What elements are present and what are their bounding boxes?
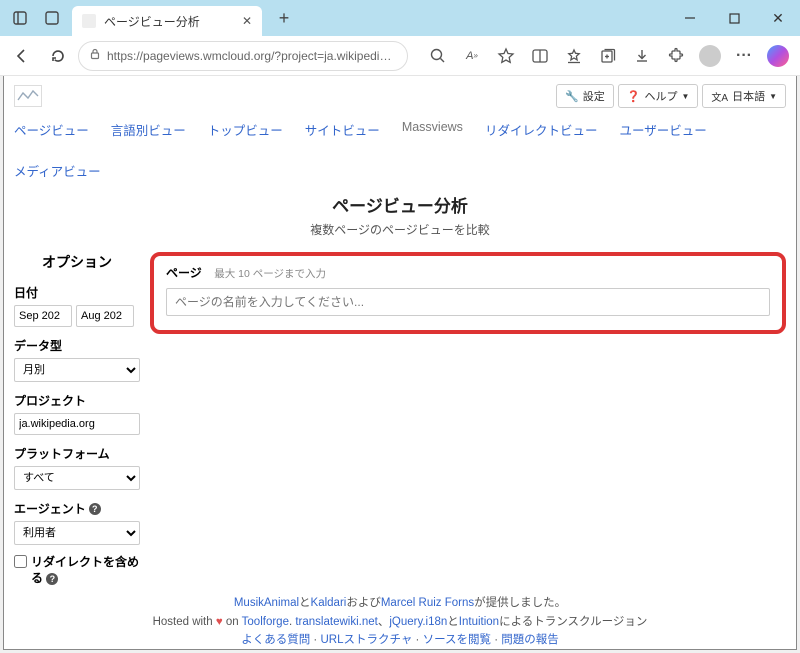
footer-link-url[interactable]: URLストラクチャ — [320, 634, 412, 646]
date-label: 日付 — [14, 284, 140, 301]
nav-massviews[interactable]: Massviews — [402, 120, 463, 139]
footer-link-faq[interactable]: よくある質問 — [241, 634, 310, 646]
language-button[interactable]: 文A日本語▼ — [702, 84, 786, 108]
lock-icon — [89, 48, 101, 63]
browser-titlebar: ページビュー分析 ✕ + ✕ — [0, 0, 800, 36]
datatype-select[interactable]: 月別 — [14, 358, 140, 382]
browser-tab[interactable]: ページビュー分析 ✕ — [72, 6, 262, 36]
heart-icon: ♥ — [216, 616, 223, 628]
footer-link-trans[interactable]: translatewiki.net — [295, 616, 377, 628]
split-screen-icon[interactable] — [524, 40, 556, 72]
wrench-icon: 🔧 — [565, 90, 579, 103]
sidebar-toggle-icon[interactable] — [8, 6, 32, 30]
footer-link-marcel[interactable]: Marcel Ruiz Forns — [381, 597, 474, 609]
agent-select[interactable]: 利用者 — [14, 521, 140, 545]
translate-icon: 文A — [711, 89, 728, 104]
favorites-bar-icon[interactable] — [558, 40, 590, 72]
read-aloud-icon[interactable]: A» — [456, 40, 488, 72]
tab-title: ページビュー分析 — [104, 13, 200, 30]
settings-button[interactable]: 🔧設定 — [556, 84, 614, 108]
pages-input[interactable] — [166, 288, 770, 316]
chevron-down-icon: ▼ — [681, 92, 689, 101]
platform-select[interactable]: すべて — [14, 466, 140, 490]
footer-link-intuition[interactable]: Intuition — [459, 616, 499, 628]
datatype-label: データ型 — [14, 337, 140, 354]
footer-link-toolforge[interactable]: Toolforge — [242, 616, 289, 628]
nav-userviews[interactable]: ユーザービュー — [619, 120, 706, 139]
agent-label: エージェント ? — [14, 500, 140, 517]
page-viewport: 🔧設定 ❓ヘルプ▼ 文A日本語▼ ページビュー 言語別ビュー トップビュー サイ… — [3, 76, 797, 650]
window-minimize-button[interactable] — [668, 0, 712, 36]
browser-address-bar: https://pageviews.wmcloud.org/?project=j… — [0, 36, 800, 76]
nav-pageviews[interactable]: ページビュー — [14, 120, 89, 139]
new-tab-button[interactable]: + — [270, 4, 298, 32]
more-icon[interactable]: ··· — [728, 40, 760, 72]
date-to-input[interactable] — [76, 305, 134, 327]
profile-avatar[interactable] — [694, 40, 726, 72]
zoom-icon[interactable] — [422, 40, 454, 72]
footer-link-source[interactable]: ソースを閲覧 — [423, 634, 491, 646]
redirects-label: リダイレクトを含める ? — [31, 555, 140, 586]
favorite-icon[interactable] — [490, 40, 522, 72]
workspaces-icon[interactable] — [40, 6, 64, 30]
collections-icon[interactable] — [592, 40, 624, 72]
footer-link-musik[interactable]: MusikAnimal — [234, 597, 299, 609]
footer-link-kaldari[interactable]: Kaldari — [311, 597, 347, 609]
page-title: ページビュー分析 — [14, 192, 786, 217]
help-button[interactable]: ❓ヘルプ▼ — [618, 84, 699, 108]
help-icon[interactable]: ? — [89, 503, 101, 515]
window-maximize-button[interactable] — [712, 0, 756, 36]
favicon — [82, 14, 96, 28]
copilot-icon[interactable] — [762, 40, 794, 72]
url-text: https://pageviews.wmcloud.org/?project=j… — [107, 49, 397, 63]
back-button[interactable] — [6, 40, 38, 72]
nav-redirectviews[interactable]: リダイレクトビュー — [485, 120, 598, 139]
date-from-input[interactable] — [14, 305, 72, 327]
project-label: プロジェクト — [14, 392, 140, 409]
help-icon: ❓ — [627, 90, 641, 103]
nav-siteviews[interactable]: サイトビュー — [305, 120, 380, 139]
pages-hint: 最大 10 ページまで入力 — [214, 268, 326, 280]
nav-topviews[interactable]: トップビュー — [208, 120, 283, 139]
page-subtitle: 複数ページのページビューを比較 — [14, 221, 786, 238]
platform-label: プラットフォーム — [14, 445, 140, 462]
refresh-button[interactable] — [42, 40, 74, 72]
redirects-checkbox[interactable] — [14, 555, 27, 568]
close-tab-icon[interactable]: ✕ — [242, 14, 252, 28]
footer: MusikAnimalとKaldariおよびMarcel Ruiz Fornsが… — [14, 586, 786, 650]
site-logo[interactable] — [14, 85, 42, 107]
window-close-button[interactable]: ✕ — [756, 0, 800, 36]
nav-mediaviews[interactable]: メディアビュー — [14, 161, 101, 180]
pages-box: ページ 最大 10 ページまで入力 — [150, 252, 786, 334]
chevron-down-icon: ▼ — [769, 92, 777, 101]
nav-langviews[interactable]: 言語別ビュー — [111, 120, 186, 139]
help-icon[interactable]: ? — [46, 573, 58, 585]
nav-tabs: ページビュー 言語別ビュー トップビュー サイトビュー Massviews リダ… — [14, 114, 786, 192]
options-sidebar: オプション 日付 データ型 月別 プロジェクト プラットフォーム すべて エージ… — [14, 252, 140, 586]
downloads-icon[interactable] — [626, 40, 658, 72]
project-input[interactable] — [14, 413, 140, 435]
pages-label: ページ — [166, 266, 202, 280]
extensions-icon[interactable] — [660, 40, 692, 72]
options-heading: オプション — [14, 252, 140, 272]
footer-link-jquery[interactable]: jQuery.i18n — [389, 616, 447, 628]
footer-link-report[interactable]: 問題の報告 — [501, 634, 559, 646]
url-bar[interactable]: https://pageviews.wmcloud.org/?project=j… — [78, 41, 408, 71]
